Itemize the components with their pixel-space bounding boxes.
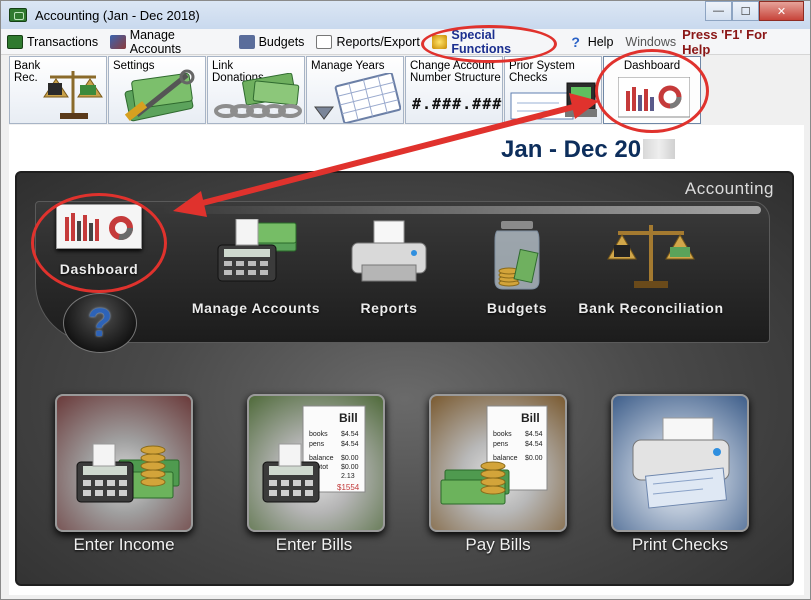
date-range-text: Jan - Dec 20 [501, 136, 642, 163]
print-checks-label: Print Checks [631, 535, 729, 554]
menu-transactions[interactable]: Transactions [1, 31, 104, 53]
menu-reports-export[interactable]: Reports/Export [310, 31, 425, 53]
annotation-circle-special-functions [421, 25, 557, 63]
paybill-balance-amt: $0.00 [525, 455, 543, 462]
maximize-button[interactable]: ☐ [732, 1, 759, 21]
check-printer-large-icon [632, 417, 730, 509]
menu-transactions-label: Transactions [27, 34, 99, 49]
bill-tax-amt: 2.13 [341, 473, 355, 480]
toolbar-bank-rec-label: Bank Rec. [14, 60, 41, 84]
balance-scale-icon [607, 225, 695, 288]
nav-bank-reconciliation[interactable]: Bank Reconciliation [571, 219, 731, 316]
paybill-pens: pens [493, 441, 509, 448]
nav-manage-accounts[interactable]: Manage Accounts [181, 218, 331, 316]
paybill-balance: balance [493, 455, 518, 462]
scale-icon [43, 71, 103, 119]
money-jar-icon [494, 221, 540, 290]
chain-money-icon [214, 73, 302, 118]
bill-calculator-icon: Bill books $4.54 pens $4.54 balance $0.0… [262, 405, 366, 503]
menu-bar: Transactions Manage Accounts Budgets Rep… [1, 26, 810, 57]
toolbar-change-account-label: Change Account Number Structure [410, 60, 501, 84]
bill-title: Bill [339, 411, 358, 425]
nav-reports[interactable]: Reports [341, 219, 437, 316]
annotation-circle-toolbar-dashboard [595, 49, 709, 133]
menu-help[interactable]: ? Help [562, 31, 620, 53]
enter-bills-label: Enter Bills [275, 535, 353, 554]
title-bar: Accounting (Jan - Dec 2018) — ☐ ✕ [1, 1, 810, 29]
window-controls: — ☐ ✕ [705, 1, 804, 21]
bill-balance-amt: $0.00 [341, 455, 359, 462]
menu-budgets-label: Budgets [258, 34, 305, 49]
bill-total: $1554 [337, 483, 360, 492]
printer-icon [351, 220, 427, 282]
menu-budgets[interactable]: Budgets [233, 31, 311, 53]
money-app-icon [9, 8, 27, 22]
menu-reports-export-label: Reports/Export [336, 34, 420, 49]
toolbar-link-donations[interactable]: Link Donations [207, 56, 305, 124]
bill-pens: pens [309, 441, 325, 448]
toolbar-manage-years[interactable]: Manage Years [306, 56, 404, 124]
calculator-money-icon [217, 218, 297, 282]
paybill-books: books [493, 431, 512, 438]
transactions-icon [7, 34, 23, 49]
pay-bills-label: Pay Bills [465, 535, 531, 554]
enter-income-label: Enter Income [73, 535, 175, 554]
nav-bank-reconciliation-label: Bank Reconciliation [578, 300, 724, 316]
bill-pens-amt: $4.54 [341, 441, 359, 448]
nav-reports-label: Reports [360, 300, 418, 316]
minimize-button[interactable]: — [705, 1, 732, 21]
menu-manage-accounts-label: Manage Accounts [129, 27, 182, 56]
tile-print-checks[interactable] [611, 394, 749, 532]
nav-manage-accounts-label: Manage Accounts [191, 300, 321, 316]
help-icon: ? [571, 33, 580, 50]
toolbar-change-account-number[interactable]: Change Account Number Structure #.###.##… [405, 56, 503, 124]
toolbar-manage-years-label: Manage Years [311, 60, 385, 72]
nav-budgets-label: Budgets [486, 300, 548, 316]
toolbar-prior-system-checks[interactable]: Prior System Checks [504, 56, 602, 124]
menu-help-label: Help [587, 34, 614, 49]
menu-manage-accounts[interactable]: Manage Accounts [104, 27, 232, 56]
date-range-heading: Jan - Dec 20 [501, 136, 676, 164]
close-button[interactable]: ✕ [759, 1, 804, 21]
paybill-pens-amt: $4.54 [525, 441, 543, 448]
nav-budgets[interactable]: Budgets [477, 219, 557, 316]
paybill-books-amt: $4.54 [525, 431, 543, 438]
f1-help-hint: Press 'F1' For Help [682, 26, 768, 57]
tile-enter-income[interactable] [55, 394, 193, 532]
nav-bar-highlight [161, 206, 761, 214]
income-calculator-icon [76, 443, 180, 503]
bill-money-icon: Bill books $4.54 pens $4.54 balance $0.0… [440, 405, 548, 505]
bill-books-amt: $4.54 [341, 431, 359, 438]
bill-subtot-amt: $0.00 [341, 464, 359, 471]
budgets-icon [238, 34, 255, 49]
toolbar-bank-rec[interactable]: Bank Rec. [9, 56, 107, 124]
menu-windows-label: Windows [625, 34, 677, 49]
app-window: Accounting (Jan - Dec 2018) — ☐ ✕ Transa… [0, 0, 811, 600]
manage-accounts-icon [110, 34, 126, 49]
paybill-title: Bill [521, 411, 540, 425]
reports-export-icon [316, 34, 333, 49]
help-button[interactable]: ? [63, 293, 137, 353]
calendar-icon [314, 73, 401, 123]
question-mark-icon: ? [87, 300, 113, 345]
panel-title: Accounting [684, 179, 774, 198]
window-title: Accounting (Jan - Dec 2018) [35, 7, 200, 23]
toolbar-settings[interactable]: Settings [108, 56, 206, 124]
tile-enter-bills[interactable]: Bill books $4.54 pens $4.54 balance $0.0… [247, 394, 385, 532]
check-printer-icon [510, 82, 597, 120]
account-mask-text: #.###.### [412, 95, 503, 113]
money-tools-icon [124, 69, 195, 122]
bill-books: books [309, 431, 328, 438]
redacted-year-block [643, 139, 676, 159]
annotation-circle-panel-dashboard [31, 193, 167, 293]
tile-pay-bills[interactable]: Bill books $4.54 pens $4.54 balance $0.0… [429, 394, 567, 532]
bill-balance: balance [309, 455, 334, 462]
